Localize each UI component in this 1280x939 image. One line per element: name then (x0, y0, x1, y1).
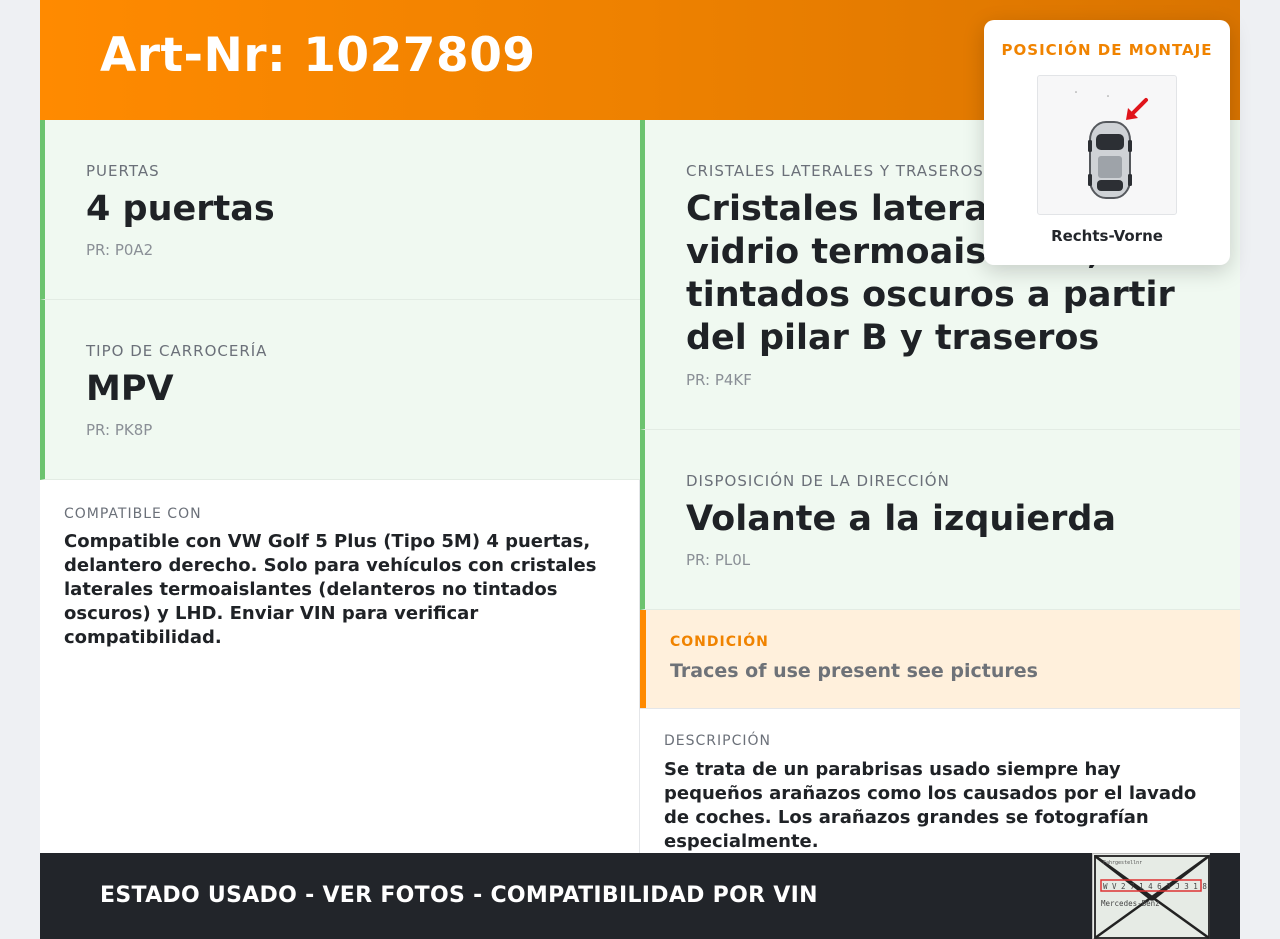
description-label: DESCRIPCIÓN (664, 733, 771, 749)
description-text: Se trata de un parabrisas usado siempre … (664, 759, 1197, 852)
spec-code: PR: P4KF (686, 371, 752, 389)
spec-label: TIPO DE CARROCERÍA (86, 342, 268, 360)
car-icon (1075, 91, 1148, 199)
spec-value: Volante a la izquierda (686, 499, 1117, 539)
footer-text: ESTADO USADO - VER FOTOS - COMPATIBILIDA… (100, 883, 818, 908)
article-number-title: Art-Nr: 1027809 (100, 28, 536, 83)
spec-steering: DISPOSICIÓN DE LA DIRECCIÓN Volante a la… (640, 430, 1240, 610)
spec-value: 4 puertas (86, 189, 275, 229)
condition-block: CONDICIÓN Traces of use present see pict… (640, 610, 1240, 708)
spec-code: PR: P0A2 (86, 241, 154, 259)
footer-bar: ESTADO USADO - VER FOTOS - COMPATIBILIDA… (40, 853, 1240, 939)
condition-label: CONDICIÓN (670, 634, 769, 650)
mounting-position-card: POSICIÓN DE MONTAJE Rechts-Vorne (984, 20, 1230, 265)
stamp-line1: Fahrgestellnr (1103, 860, 1142, 866)
compatibility-label: COMPATIBLE CON (64, 506, 202, 522)
car-top-view-image[interactable] (1037, 75, 1177, 215)
mounting-position-caption: Rechts-Vorne (1051, 227, 1163, 245)
stamp-line2: W V 2 7 1 4 6 3 J 3 1 8 7 (1103, 882, 1211, 891)
vin-label-image: Fahrgestellnr W V 2 7 1 4 6 3 J 3 1 8 7 … (1094, 854, 1216, 939)
spec-label: PUERTAS (86, 162, 160, 180)
spec-label: CRISTALES LATERALES Y TRASEROS (686, 162, 984, 180)
spec-label: DISPOSICIÓN DE LA DIRECCIÓN (686, 472, 950, 490)
compatibility-block: COMPATIBLE CON Compatible con VW Golf 5 … (40, 480, 639, 853)
spec-value: MPV (86, 369, 174, 409)
description-block: DESCRIPCIÓN Se trata de un parabrisas us… (640, 708, 1240, 853)
mounting-position-title: POSICIÓN DE MONTAJE (1001, 41, 1213, 59)
condition-text: Traces of use present see pictures (670, 660, 1038, 682)
compatibility-text: Compatible con VW Golf 5 Plus (Tipo 5M) … (64, 531, 597, 648)
spec-code: PR: PL0L (686, 551, 751, 569)
stamp-line3: Mercedes-Benz (1101, 899, 1160, 908)
vin-label-thumbnail[interactable]: Fahrgestellnr W V 2 7 1 4 6 3 J 3 1 8 7 … (1092, 853, 1216, 939)
spec-body-type: TIPO DE CARROCERÍA MPV PR: PK8P (40, 300, 640, 480)
spec-doors: PUERTAS 4 puertas PR: P0A2 (40, 120, 640, 300)
spec-code: PR: PK8P (86, 421, 153, 439)
